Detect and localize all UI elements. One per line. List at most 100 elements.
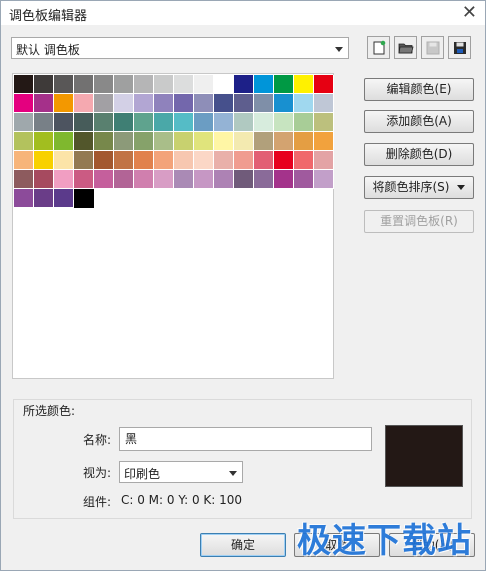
edit-color-button[interactable]: 编辑颜色(E) [364, 78, 474, 101]
color-swatch[interactable] [114, 75, 134, 94]
color-swatch[interactable] [34, 151, 54, 170]
palette-select[interactable]: 默认 调色板 [11, 37, 349, 59]
color-swatch[interactable] [174, 94, 194, 113]
color-swatch[interactable] [214, 151, 234, 170]
color-swatch[interactable] [74, 189, 94, 208]
color-swatch[interactable] [214, 132, 234, 151]
color-swatch[interactable] [114, 170, 134, 189]
color-swatch[interactable] [34, 75, 54, 94]
color-swatch[interactable] [274, 170, 294, 189]
color-swatch[interactable] [254, 75, 274, 94]
color-swatch[interactable] [34, 113, 54, 132]
color-swatch[interactable] [294, 170, 314, 189]
color-swatch[interactable] [14, 75, 34, 94]
color-swatch[interactable] [254, 151, 274, 170]
color-swatch[interactable] [54, 151, 74, 170]
color-swatch[interactable] [14, 170, 34, 189]
save-as-palette-button[interactable] [448, 36, 471, 59]
sort-colors-button[interactable]: 将颜色排序(S) [364, 176, 474, 199]
color-swatch[interactable] [294, 75, 314, 94]
ok-button[interactable]: 确定 [200, 533, 286, 557]
color-swatch[interactable] [34, 170, 54, 189]
color-swatch[interactable] [294, 113, 314, 132]
color-swatch[interactable] [154, 151, 174, 170]
color-swatch[interactable] [194, 132, 214, 151]
color-swatch[interactable] [214, 113, 234, 132]
color-swatch[interactable] [294, 151, 314, 170]
color-swatch[interactable] [214, 75, 234, 94]
color-swatch[interactable] [174, 75, 194, 94]
color-swatch[interactable] [234, 151, 254, 170]
color-swatch[interactable] [94, 94, 114, 113]
color-swatch[interactable] [194, 113, 214, 132]
color-swatch[interactable] [174, 132, 194, 151]
color-swatch[interactable] [274, 113, 294, 132]
color-swatch[interactable] [314, 94, 334, 113]
color-swatch[interactable] [94, 132, 114, 151]
color-swatch[interactable] [114, 94, 134, 113]
color-swatch[interactable] [154, 113, 174, 132]
color-swatch[interactable] [214, 94, 234, 113]
open-palette-button[interactable] [394, 36, 417, 59]
color-swatch[interactable] [94, 75, 114, 94]
color-swatch[interactable] [234, 113, 254, 132]
color-swatch[interactable] [154, 94, 174, 113]
color-swatch[interactable] [234, 75, 254, 94]
color-swatch[interactable] [114, 151, 134, 170]
color-swatch[interactable] [214, 170, 234, 189]
color-swatch[interactable] [274, 132, 294, 151]
save-palette-button[interactable] [421, 36, 444, 59]
cancel-button[interactable]: 取消 [294, 533, 380, 557]
color-swatch[interactable] [234, 94, 254, 113]
color-swatch[interactable] [314, 113, 334, 132]
color-swatch[interactable] [234, 132, 254, 151]
color-swatch[interactable] [174, 170, 194, 189]
color-swatch[interactable] [134, 113, 154, 132]
close-icon[interactable]: ✕ [462, 3, 477, 23]
color-swatch[interactable] [314, 132, 334, 151]
color-swatch[interactable] [74, 132, 94, 151]
color-swatch[interactable] [254, 132, 274, 151]
add-color-button[interactable]: 添加颜色(A) [364, 110, 474, 133]
color-swatch[interactable] [134, 75, 154, 94]
color-swatch[interactable] [114, 113, 134, 132]
color-swatch[interactable] [234, 170, 254, 189]
color-swatch[interactable] [134, 151, 154, 170]
reset-palette-button[interactable]: 重置调色板(R) [364, 210, 474, 233]
color-swatch[interactable] [14, 151, 34, 170]
color-name-input[interactable]: 黑 [119, 427, 372, 451]
color-swatch[interactable] [114, 132, 134, 151]
color-swatch[interactable] [314, 151, 334, 170]
color-swatch[interactable] [294, 132, 314, 151]
color-swatch[interactable] [74, 170, 94, 189]
color-swatch[interactable] [74, 94, 94, 113]
color-swatch[interactable] [14, 132, 34, 151]
color-swatch[interactable] [254, 113, 274, 132]
color-swatch[interactable] [154, 170, 174, 189]
color-swatch[interactable] [34, 94, 54, 113]
color-swatch[interactable] [54, 132, 74, 151]
color-swatch[interactable] [154, 75, 174, 94]
color-swatch[interactable] [194, 75, 214, 94]
color-swatch[interactable] [314, 170, 334, 189]
color-swatch[interactable] [274, 94, 294, 113]
color-swatch[interactable] [194, 170, 214, 189]
color-swatch[interactable] [254, 94, 274, 113]
color-swatch[interactable] [174, 113, 194, 132]
color-swatch[interactable] [314, 75, 334, 94]
color-swatch[interactable] [154, 132, 174, 151]
color-swatch[interactable] [134, 94, 154, 113]
color-swatch[interactable] [54, 75, 74, 94]
color-swatch[interactable] [74, 113, 94, 132]
color-swatch[interactable] [274, 75, 294, 94]
color-swatch[interactable] [94, 170, 114, 189]
color-swatch[interactable] [294, 94, 314, 113]
color-swatch[interactable] [254, 170, 274, 189]
color-swatch[interactable] [94, 113, 114, 132]
color-swatch[interactable] [54, 189, 74, 208]
color-swatch[interactable] [94, 151, 114, 170]
color-swatch[interactable] [194, 151, 214, 170]
color-swatch[interactable] [14, 94, 34, 113]
color-swatch[interactable] [194, 94, 214, 113]
color-swatch[interactable] [14, 113, 34, 132]
